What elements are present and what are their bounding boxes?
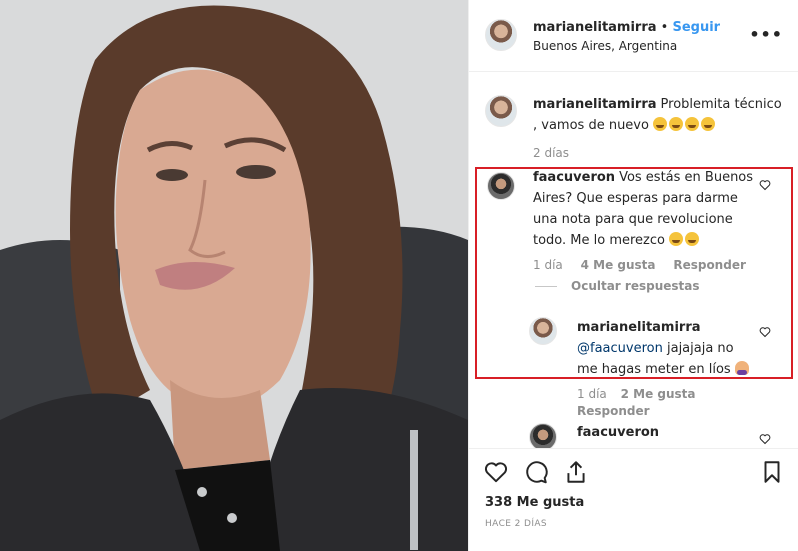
caption-avatar[interactable]	[485, 95, 517, 127]
reply2-username[interactable]: faacuveron	[577, 425, 659, 440]
caption-time[interactable]: 2 días	[533, 146, 569, 160]
caption-text-block: marianelitamirra Problemita técnico , vam…	[533, 94, 783, 136]
post-side-panel: marianelitamirra • Seguir Buenos Aires, …	[468, 0, 798, 551]
comment-meta: 1 día 4 Me gusta Responder	[533, 258, 746, 272]
comment-icon[interactable]	[523, 459, 549, 485]
bookmark-icon[interactable]	[759, 459, 785, 485]
comment-time[interactable]: 1 día	[533, 258, 563, 272]
person-gesturing-no-emoji-icon	[734, 361, 749, 375]
comment-reply-button[interactable]: Responder	[673, 258, 746, 272]
rofl-emoji-icon	[685, 117, 700, 131]
reply2-text-block: faacuveron	[577, 422, 663, 443]
rofl-emoji-icon	[653, 117, 668, 131]
author-line: marianelitamirra • Seguir	[533, 20, 720, 35]
more-options-icon[interactable]: •••	[749, 25, 783, 44]
grinning-emoji-icon	[701, 117, 716, 131]
divider-line	[535, 286, 557, 287]
comment-likes[interactable]: 4 Me gusta	[581, 258, 656, 272]
hide-replies-label: Ocultar respuestas	[571, 279, 700, 293]
reply-likes[interactable]: 2 Me gusta	[621, 387, 696, 401]
comment-text-block: faacuveron Vos estás en Buenos Aires? Que…	[533, 167, 763, 251]
hide-replies-toggle[interactable]: Ocultar respuestas	[535, 279, 700, 293]
post-photo	[0, 0, 468, 551]
reply-username[interactable]: marianelitamirra	[577, 320, 701, 335]
like-count[interactable]: 338 Me gusta	[485, 495, 584, 510]
reply-time[interactable]: 1 día	[577, 387, 607, 401]
post-actions: 338 Me gusta HACE 2 DÍAS	[469, 448, 798, 551]
reply-avatar[interactable]	[529, 317, 557, 345]
comment-avatar[interactable]	[487, 172, 515, 200]
rofl-emoji-icon	[669, 117, 684, 131]
heart-icon[interactable]	[483, 459, 509, 485]
reply2-avatar[interactable]	[529, 423, 557, 448]
reply-text-block: marianelitamirra @faacuveron jajajaja no…	[577, 317, 757, 380]
comments-list[interactable]: marianelitamirra Problemita técnico , vam…	[469, 73, 798, 448]
like-reply2-heart-icon[interactable]	[759, 433, 771, 445]
post-header: marianelitamirra • Seguir Buenos Aires, …	[469, 0, 798, 72]
grinning-emoji-icon	[669, 232, 684, 246]
post-timestamp[interactable]: HACE 2 DÍAS	[485, 519, 547, 529]
author-username[interactable]: marianelitamirra	[533, 20, 657, 35]
follow-button[interactable]: Seguir	[672, 20, 720, 35]
post-location[interactable]: Buenos Aires, Argentina	[533, 39, 677, 53]
grinning-emoji-icon	[685, 232, 700, 246]
separator-dot: •	[660, 20, 669, 35]
share-icon[interactable]	[563, 459, 589, 485]
reply-mention-link[interactable]: @faacuveron	[577, 341, 663, 356]
like-comment-heart-icon[interactable]	[759, 179, 771, 191]
reply-meta: 1 día 2 Me gusta Responder	[577, 386, 697, 420]
caption-username[interactable]: marianelitamirra	[533, 97, 657, 112]
author-avatar[interactable]	[485, 19, 517, 51]
comment-username[interactable]: faacuveron	[533, 170, 615, 185]
reply-reply-button[interactable]: Responder	[577, 404, 650, 418]
like-reply-heart-icon[interactable]	[759, 326, 771, 338]
